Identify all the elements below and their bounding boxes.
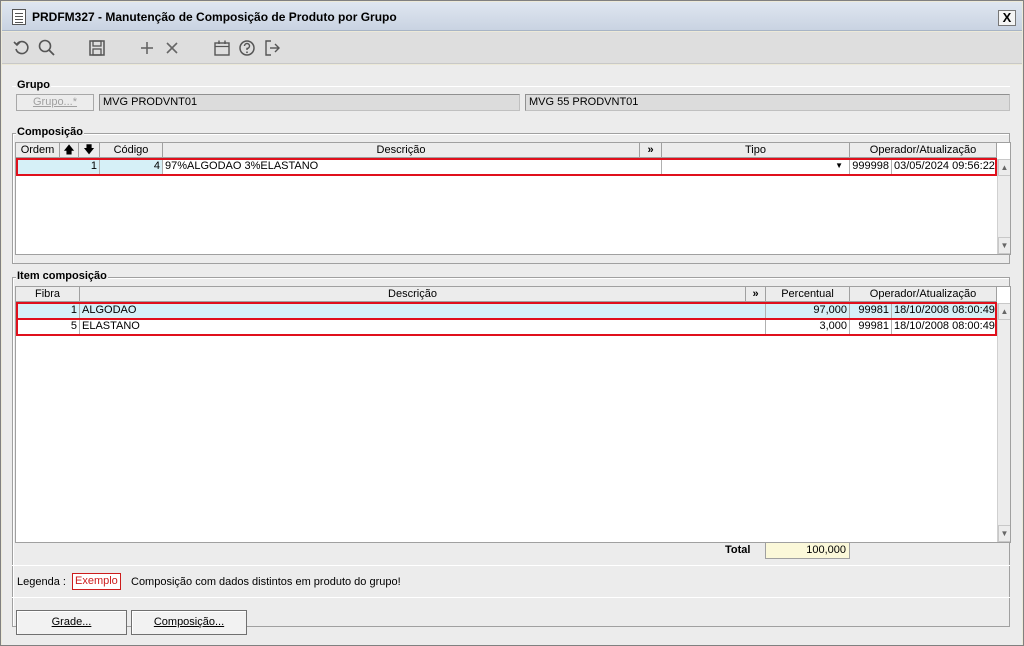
calendar-icon[interactable] <box>212 38 232 58</box>
window-title: PRDFM327 - Manutenção de Composição de P… <box>32 10 397 24</box>
col-descricao[interactable]: Descrição <box>80 287 746 302</box>
cell-atualizacao[interactable]: 03/05/2024 09:56:22 <box>892 159 997 174</box>
exit-icon[interactable] <box>262 38 282 58</box>
col-percentual[interactable]: Percentual <box>766 287 850 302</box>
legend-sample: Exemplo <box>72 573 121 590</box>
composicao-grid: Ordem 🡅 🡇 Código Descrição » Tipo Operad… <box>15 142 1011 255</box>
cell-descricao[interactable]: ELASTANO <box>80 319 766 334</box>
cell-fibra[interactable]: 1 <box>16 303 80 318</box>
scroll-down-icon[interactable]: ▼ <box>998 525 1010 542</box>
scroll-up-icon[interactable]: ▲ <box>998 159 1010 176</box>
chevron-down-icon[interactable]: ▼ <box>835 159 843 173</box>
close-button[interactable]: X <box>998 10 1016 26</box>
total-field: 100,000 <box>765 542 850 559</box>
save-icon[interactable] <box>87 38 107 58</box>
toolbar <box>2 32 1022 64</box>
add-icon[interactable] <box>137 38 157 58</box>
composicao-scrollbar[interactable]: ▲ ▼ <box>997 159 1010 254</box>
col-operador-atualizacao[interactable]: Operador/Atualização <box>850 143 997 158</box>
title-bar: PRDFM327 - Manutenção de Composição de P… <box>2 2 1022 31</box>
cell-ordem[interactable]: 1 <box>16 159 100 174</box>
legend-separator <box>12 565 1010 566</box>
expand-column-icon[interactable]: » <box>640 143 662 158</box>
col-codigo[interactable]: Código <box>100 143 163 158</box>
bottom-separator <box>12 597 1010 598</box>
item-composicao-grid: Fibra Descrição » Percentual Operador/At… <box>15 286 1011 543</box>
grupo-desc-field[interactable]: MVG 55 PRODVNT01 <box>525 94 1010 111</box>
search-icon[interactable] <box>37 38 57 58</box>
help-icon[interactable] <box>237 38 257 58</box>
cell-operador[interactable]: 99981 <box>850 303 892 318</box>
delete-icon[interactable] <box>162 38 182 58</box>
col-operador-atualizacao[interactable]: Operador/Atualização <box>850 287 997 302</box>
sort-up-icon[interactable]: 🡅 <box>60 143 79 158</box>
sort-down-icon[interactable]: 🡇 <box>79 143 100 158</box>
main-window: PRDFM327 - Manutenção de Composição de P… <box>0 0 1024 646</box>
document-icon <box>12 9 26 25</box>
grupo-label: Grupo <box>16 79 51 91</box>
expand-column-icon[interactable]: » <box>746 287 766 302</box>
legend-label: Legenda : <box>17 576 66 588</box>
col-ordem[interactable]: Ordem <box>16 143 60 158</box>
legend-text: Composição com dados distintos em produt… <box>131 576 401 588</box>
cell-tipo-dropdown[interactable]: ▼ <box>662 159 850 174</box>
grade-button[interactable]: Grade... <box>16 610 127 635</box>
cell-atualizacao[interactable]: 18/10/2008 08:00:49 <box>892 319 997 334</box>
cell-percentual[interactable]: 97,000 <box>766 303 850 318</box>
refresh-icon[interactable] <box>12 38 32 58</box>
composicao-button-label: Composição... <box>153 616 225 628</box>
scroll-down-icon[interactable]: ▼ <box>998 237 1010 254</box>
col-fibra[interactable]: Fibra <box>16 287 80 302</box>
col-descricao[interactable]: Descrição <box>163 143 640 158</box>
grupo-button[interactable]: Grupo...* <box>16 94 94 111</box>
item-composicao-label: Item composição <box>16 270 108 282</box>
composicao-label: Composição <box>16 126 85 138</box>
cell-fibra[interactable]: 5 <box>16 319 80 334</box>
grupo-code-field[interactable]: MVG PRODVNT01 <box>99 94 520 111</box>
cell-atualizacao[interactable]: 18/10/2008 08:00:49 <box>892 303 997 318</box>
cell-percentual[interactable]: 3,000 <box>766 319 850 334</box>
total-label: Total <box>725 544 751 556</box>
scroll-up-icon[interactable]: ▲ <box>998 303 1010 320</box>
cell-descricao[interactable]: ALGODAO <box>80 303 766 318</box>
content-area: Grupo Grupo...* MVG PRODVNT01 MVG 55 PRO… <box>2 65 1022 645</box>
grade-button-label: Grade... <box>51 616 92 628</box>
col-tipo[interactable]: Tipo <box>662 143 850 158</box>
cell-descricao[interactable]: 97%ALGODAO 3%ELASTANO <box>163 159 662 174</box>
grupo-separator <box>12 86 1010 87</box>
cell-operador[interactable]: 99981 <box>850 319 892 334</box>
cell-operador[interactable]: 999998 <box>850 159 892 174</box>
item-composicao-scrollbar[interactable]: ▲ ▼ <box>997 303 1010 542</box>
composicao-button[interactable]: Composição... <box>131 610 247 635</box>
cell-codigo[interactable]: 4 <box>100 159 163 174</box>
